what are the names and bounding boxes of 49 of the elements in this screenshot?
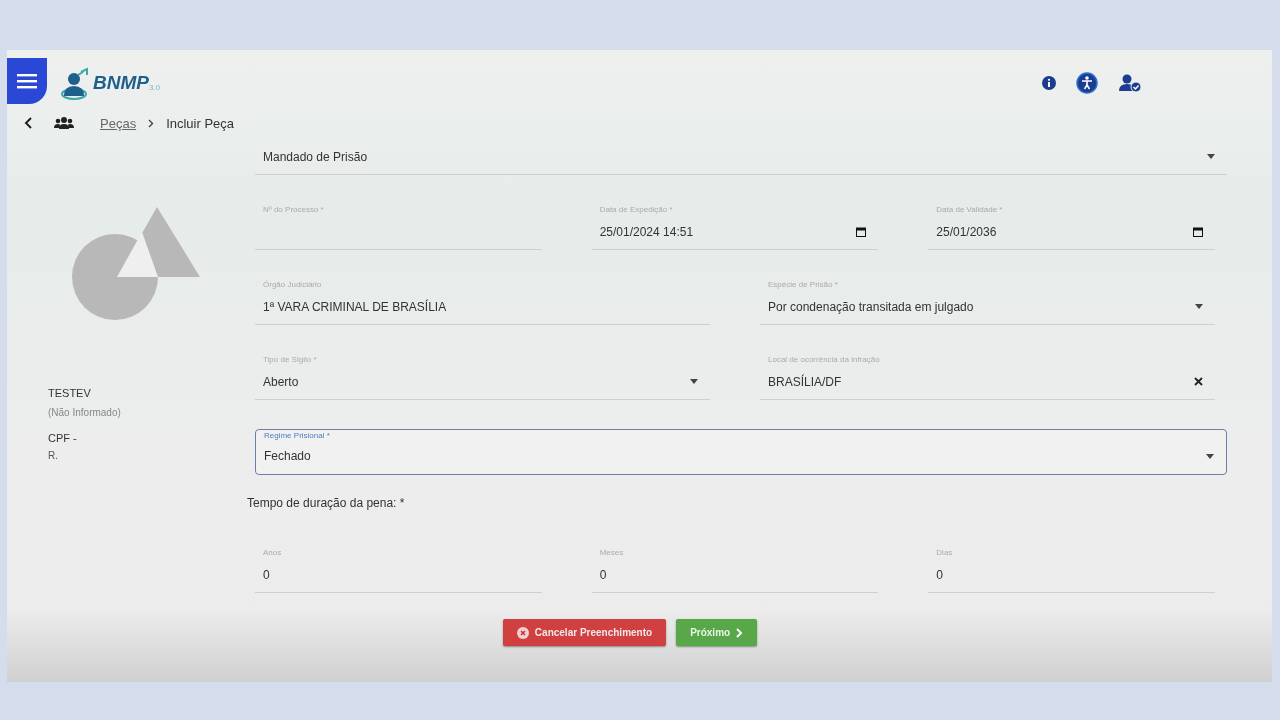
person-name: TESTEV: [48, 387, 92, 399]
logo-version: 3.0: [148, 83, 161, 92]
field-label: Regime Prisional *: [264, 431, 330, 440]
cancel-button[interactable]: Cancelar Preenchimento: [502, 619, 667, 646]
number-field[interactable]: Anos 0: [255, 547, 542, 593]
chevron-icon: [148, 118, 155, 128]
breadcrumb-current: Incluir Peça: [166, 115, 235, 131]
form-field[interactable]: Regime Prisional * Fechado: [255, 429, 1227, 475]
field-value: 0: [599, 567, 608, 582]
dropdown-icon: [690, 379, 698, 384]
dropdown-icon: [1206, 453, 1214, 459]
dropdown-icon: [1207, 154, 1215, 159]
clear-icon[interactable]: [1194, 377, 1203, 386]
accessibility-icon[interactable]: [1076, 71, 1098, 94]
person-rg: R.: [48, 450, 59, 461]
field-value: Por condenação transitada em julgado: [768, 299, 975, 314]
field-label: Órgão Judiciário: [263, 280, 322, 289]
field-value: Mandado de Prisão: [263, 149, 369, 164]
field-value: 25/01/2036: [936, 224, 998, 239]
chevron-right-icon: [736, 627, 744, 638]
form-field[interactable]: Mandado de Prisão: [255, 129, 1227, 175]
field-value: BRASÍLIA/DF: [768, 374, 843, 389]
avatar-placeholder-icon: [72, 207, 202, 322]
back-icon[interactable]: [24, 117, 34, 129]
breadcrumb-link[interactable]: Peças: [100, 115, 137, 131]
info-icon[interactable]: [1042, 75, 1056, 90]
form-field[interactable]: Órgão Judiciário 1ª VARA CRIMINAL DE BRASÍLIA: [255, 279, 710, 325]
field-value: 1ª VARA CRIMINAL DE BRASÍLIA: [263, 299, 448, 314]
person-cpf: CPF -: [48, 432, 78, 444]
field-label: Anos: [263, 548, 282, 557]
user-check-icon[interactable]: [1118, 72, 1142, 93]
menu-button[interactable]: [7, 58, 47, 104]
field-value: Aberto: [263, 374, 300, 389]
field-value: 0: [936, 567, 944, 582]
number-field[interactable]: Dias 0: [928, 547, 1215, 593]
field-value: 25/01/2024 14:51: [599, 224, 695, 239]
people-icon: [54, 116, 74, 130]
logo-title: BNMP: [93, 71, 149, 94]
section-label: Tempo de duração da pena: *: [247, 496, 406, 510]
menu-icon: [17, 73, 37, 89]
person-logo-icon: [61, 65, 91, 100]
field-label: Dias: [936, 548, 953, 557]
field-value: Fechado: [264, 449, 312, 463]
cancel-icon: [516, 626, 529, 639]
person-note: (Não Informado): [48, 407, 122, 418]
field-value: 0: [263, 567, 271, 582]
dropdown-icon: [1195, 304, 1203, 309]
calendar-icon[interactable]: [856, 226, 867, 237]
calendar-icon[interactable]: [1193, 226, 1203, 237]
